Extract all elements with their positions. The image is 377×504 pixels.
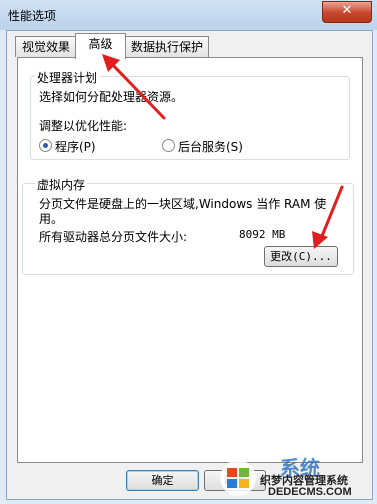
virtual-memory-title: 虚拟内存 — [35, 176, 88, 193]
virtual-memory-description-line2: 用。 — [39, 212, 64, 226]
programs-radio-label[interactable]: 程序(P) — [55, 138, 96, 155]
paging-total-value: 8092 MB — [239, 228, 286, 241]
programs-radio[interactable] — [39, 139, 52, 152]
tab-panel: 处理器计划 选择如何分配处理器资源。 调整以优化性能: 程序(P) 后台服务(S… — [17, 57, 363, 463]
tab-visual-effects-label: 视觉效果 — [21, 40, 70, 54]
virtual-memory-description-line1: 分页文件是硬盘上的一块区域,Windows 当作 RAM 使 — [39, 197, 327, 211]
background-services-radio-label[interactable]: 后台服务(S) — [178, 138, 243, 155]
title-bar: 性能选项 ✕ — [0, 0, 377, 30]
paging-total-label: 所有驱动器总分页文件大小: — [39, 230, 188, 244]
watermark: 系统 织梦内容管理系统 DEDECMS.COM — [218, 452, 377, 504]
window-title: 性能选项 — [8, 9, 57, 23]
annotation-arrow-change — [312, 185, 344, 249]
background-services-radio[interactable] — [162, 139, 175, 152]
tab-advanced-label: 高级 — [88, 37, 113, 51]
annotation-arrow-tab — [102, 54, 166, 120]
tab-visual-effects[interactable]: 视觉效果 — [15, 36, 77, 57]
watermark-line2: DEDECMS.COM — [268, 486, 352, 498]
ok-button[interactable]: 确定 — [126, 470, 199, 491]
windows-logo-icon — [220, 460, 256, 496]
processor-scheduling-title: 处理器计划 — [35, 69, 100, 86]
close-button[interactable]: ✕ — [322, 1, 372, 23]
